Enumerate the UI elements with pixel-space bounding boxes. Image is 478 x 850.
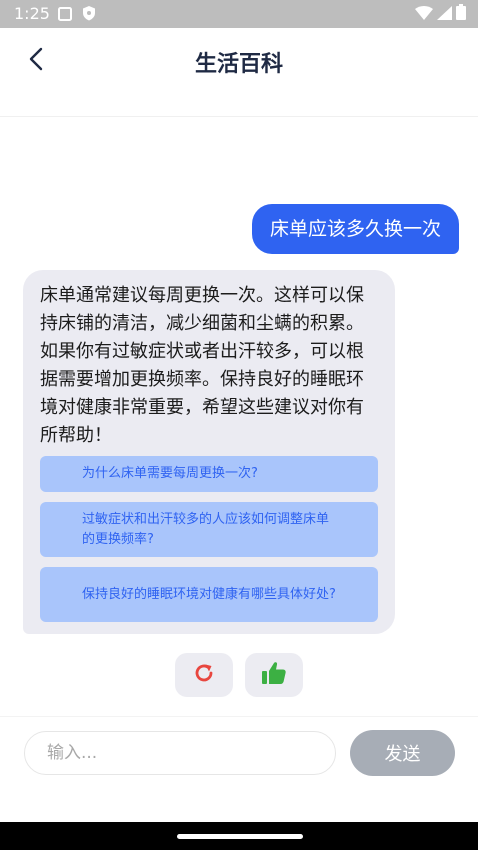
- suggestion-label: 为什么床单需要每周更换一次?: [82, 466, 258, 481]
- status-time: 1:25: [14, 4, 50, 23]
- input-bar: 发送: [0, 716, 478, 823]
- cell-signal-icon: [437, 5, 452, 24]
- send-button[interactable]: 发送: [350, 730, 455, 776]
- app-header: 生活百科: [0, 28, 478, 117]
- system-navigation-bar: [0, 822, 478, 850]
- user-message-bubble: 床单应该多久换一次: [251, 204, 459, 254]
- bot-message-text: 床单通常建议每周更换一次。这样可以保持床铺的清洁，减少细菌和尘螨的积累。如果你有…: [40, 285, 364, 446]
- suggestion-chip[interactable]: 过敏症状和出汗较多的人应该如何调整床单的更换频率?: [40, 502, 378, 557]
- page-title: 生活百科: [194, 52, 283, 77]
- thumbs-up-icon: [261, 661, 287, 689]
- status-bar: 1:25: [0, 0, 478, 28]
- suggestion-label: 保持良好的睡眠环境对健康有哪些具体好处?: [82, 586, 336, 602]
- shield-icon: [82, 6, 96, 21]
- battery-icon: [456, 4, 466, 24]
- home-gesture-handle[interactable]: [177, 834, 303, 839]
- bot-message-bubble: 床单通常建议每周更换一次。这样可以保持床铺的清洁，减少细菌和尘螨的积累。如果你有…: [23, 270, 395, 634]
- like-button[interactable]: [245, 653, 303, 697]
- refresh-icon: [192, 661, 216, 689]
- message-input[interactable]: [24, 731, 336, 775]
- wifi-icon: [415, 5, 433, 24]
- suggestion-label: 过敏症状和出汗较多的人应该如何调整床单的更换频率?: [82, 511, 330, 547]
- notification-square-icon: [58, 6, 72, 21]
- regenerate-button[interactable]: [175, 653, 233, 697]
- suggestion-chip[interactable]: 为什么床单需要每周更换一次?: [40, 456, 378, 492]
- suggestion-chip[interactable]: 保持良好的睡眠环境对健康有哪些具体好处?: [40, 567, 378, 622]
- status-indicators: [415, 4, 466, 24]
